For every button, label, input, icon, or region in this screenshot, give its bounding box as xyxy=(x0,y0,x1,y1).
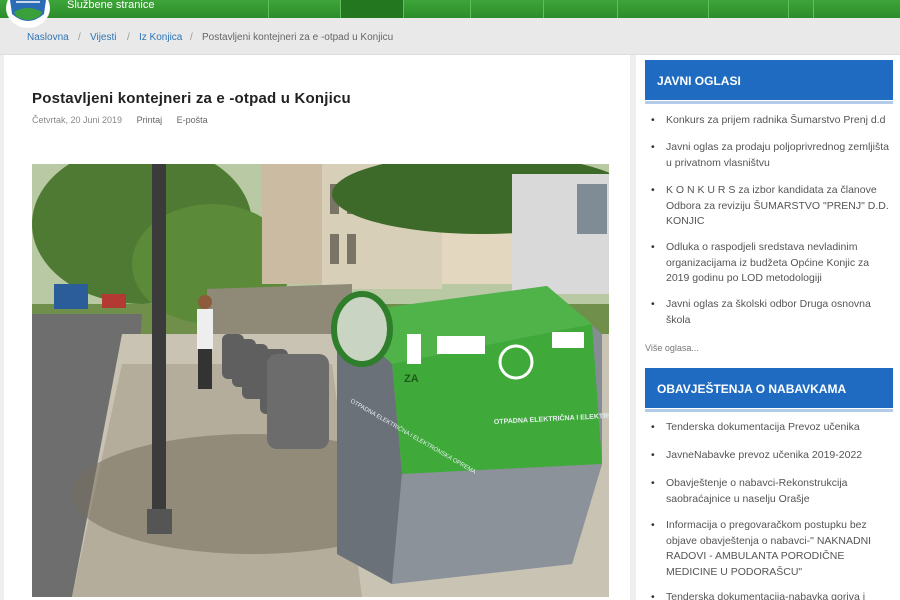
street-pole xyxy=(152,164,166,524)
print-link[interactable]: Printaj xyxy=(137,115,163,125)
nav-separator xyxy=(708,0,709,18)
nav-separator xyxy=(617,0,618,18)
sidebar: JAVNI OGLASI Konkurs za prijem radnika Š… xyxy=(636,55,900,600)
site-label[interactable]: Službene stranice xyxy=(67,0,154,11)
breadcrumb-current: Postavljeni kontejneri za e -otpad u Kon… xyxy=(202,32,394,43)
breadcrumb-section[interactable]: Iz Konjica xyxy=(139,32,182,43)
municipality-logo[interactable] xyxy=(4,0,52,30)
section-header-procurement: OBAVJEŠTENJA O NABAVKAMA xyxy=(645,368,893,412)
ad-item[interactable]: Konkurs za prijem radnika Šumarstvo Pren… xyxy=(651,113,891,129)
grey-bin xyxy=(267,354,329,449)
article-card: Postavljeni kontejneri za e -otpad u Kon… xyxy=(4,55,630,600)
procurement-item[interactable]: Tenderska dokumentacija-nabavka goriva i xyxy=(651,590,891,600)
nav-separator xyxy=(543,0,544,18)
breadcrumb: Naslovna / Vijesti / Iz Konjica / Postav… xyxy=(0,18,900,55)
procurement-item[interactable]: Obavještenje o nabavci-Rekonstrukcija sa… xyxy=(651,476,891,507)
breadcrumb-separator: / xyxy=(127,32,130,43)
ad-item[interactable]: Odluka o raspodjeli sredstava nevladinim… xyxy=(651,240,891,287)
ad-item[interactable]: K O N K U R S za izbor kandidata za član… xyxy=(651,183,891,230)
breadcrumb-news[interactable]: Vijesti xyxy=(90,32,117,43)
nav-separator xyxy=(268,0,269,18)
nav-separator xyxy=(403,0,404,18)
article-photo-illustration: ZA OTPADNA ELEKTRIČNA I ELEKTRONSKA OPRE… xyxy=(32,164,609,597)
nav-separator xyxy=(470,0,471,18)
email-link[interactable]: E-pošta xyxy=(177,115,208,125)
article-title: Postavljeni kontejneri za e -otpad u Kon… xyxy=(32,90,351,107)
ad-item[interactable]: Javni oglas za školski odbor Druga osnov… xyxy=(651,297,891,328)
van xyxy=(54,284,88,309)
section-header-ads: JAVNI OGLASI xyxy=(645,60,893,104)
procurement-item[interactable]: Informacija o pregovaračkom postupku bez… xyxy=(651,518,891,580)
nav-separator xyxy=(813,0,814,18)
article-meta: Četvrtak, 20 Juni 2019 Printaj E-pošta xyxy=(32,115,220,125)
nav-separator xyxy=(340,0,341,18)
breadcrumb-home[interactable]: Naslovna xyxy=(27,32,69,43)
top-navbar: Službene stranice xyxy=(0,0,900,28)
ad-item[interactable]: Javni oglas za prodaju poljoprivrednog z… xyxy=(651,140,891,171)
breadcrumb-separator: / xyxy=(190,32,193,43)
breadcrumb-separator: / xyxy=(78,32,81,43)
procurement-item[interactable]: Tenderska dokumentacija Prevoz učenika xyxy=(651,420,891,436)
article-photo: ZA OTPADNA ELEKTRIČNA I ELEKTRONSKA OPRE… xyxy=(32,164,609,597)
nav-item-active[interactable] xyxy=(340,0,403,18)
container-za-label: ZA xyxy=(404,373,419,385)
article-date: Četvrtak, 20 Juni 2019 xyxy=(32,115,123,125)
procurement-item[interactable]: JavneNabavke prevoz učenika 2019-2022 xyxy=(651,448,891,464)
nav-separator xyxy=(788,0,789,18)
more-ads-link[interactable]: Više oglasa... xyxy=(645,343,699,353)
